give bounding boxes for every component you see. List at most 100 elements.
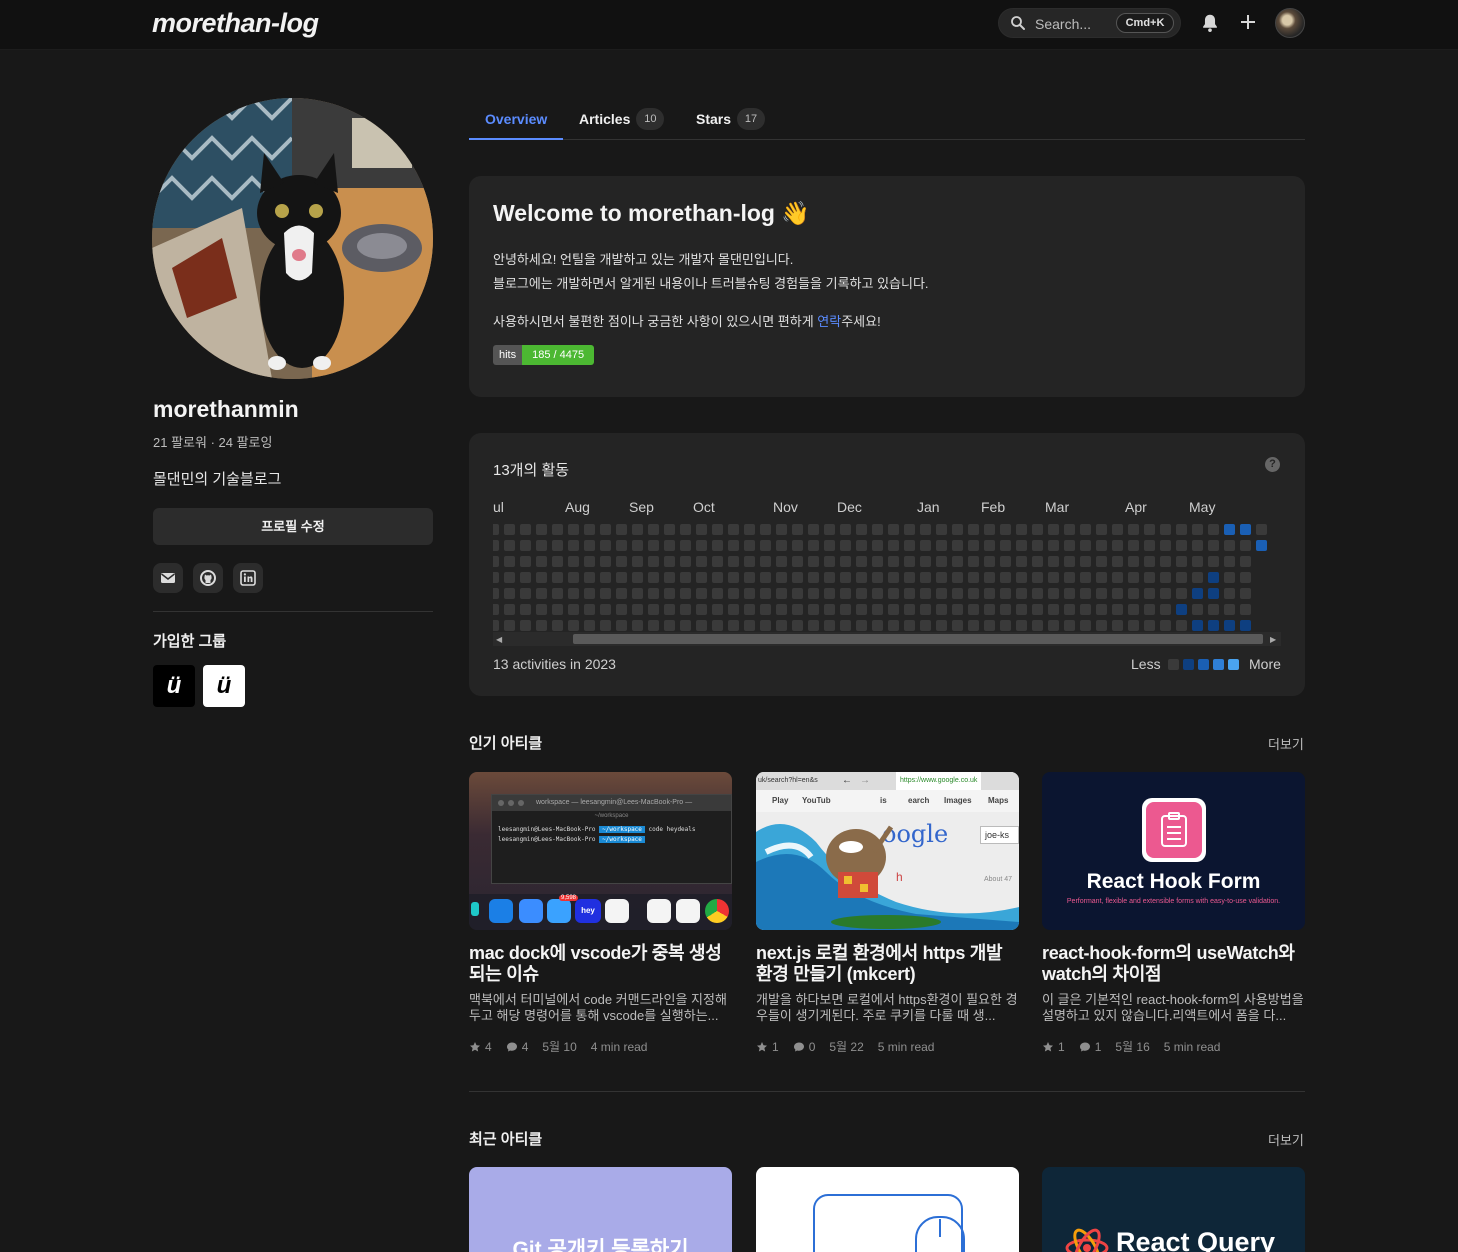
activity-day-cell[interactable] (1080, 556, 1091, 567)
notification-bell-icon[interactable] (1199, 12, 1221, 34)
activity-day-cell[interactable] (600, 620, 611, 631)
activity-day-cell[interactable] (1208, 604, 1219, 615)
activity-day-cell[interactable] (808, 588, 819, 599)
activity-day-cell[interactable] (936, 620, 947, 631)
activity-day-cell[interactable] (728, 524, 739, 535)
activity-day-cell[interactable] (632, 540, 643, 551)
activity-day-cell[interactable] (584, 620, 595, 631)
activity-day-cell[interactable] (1032, 604, 1043, 615)
activity-day-cell[interactable] (712, 620, 723, 631)
activity-day-cell[interactable] (776, 524, 787, 535)
activity-day-cell[interactable] (696, 604, 707, 615)
article-card[interactable]: workspace — leesangmin@Lees-MacBook-Pro … (469, 772, 732, 1055)
activity-day-cell[interactable] (856, 540, 867, 551)
activity-day-cell[interactable] (648, 524, 659, 535)
edit-profile-button[interactable]: 프로필 수정 (153, 508, 433, 545)
activity-day-cell[interactable] (1048, 620, 1059, 631)
activity-day-cell[interactable] (824, 556, 835, 567)
activity-day-cell[interactable] (568, 588, 579, 599)
activity-day-cell[interactable] (1016, 620, 1027, 631)
recent-more-link[interactable]: 더보기 (1268, 1130, 1304, 1149)
activity-day-cell[interactable] (1000, 620, 1011, 631)
article-title[interactable]: mac dock에 vscode가 중복 생성되는 이슈 (469, 943, 732, 985)
contact-link[interactable]: 연락 (817, 314, 841, 329)
activity-day-cell[interactable] (616, 540, 627, 551)
activity-day-cell[interactable] (1080, 588, 1091, 599)
activity-day-cell[interactable] (584, 524, 595, 535)
activity-day-cell[interactable] (952, 604, 963, 615)
activity-day-cell[interactable] (920, 588, 931, 599)
activity-day-cell[interactable] (776, 620, 787, 631)
activity-day-cell[interactable] (648, 604, 659, 615)
activity-day-cell[interactable] (520, 556, 531, 567)
activity-day-cell[interactable] (1240, 604, 1251, 615)
activity-day-cell[interactable] (664, 620, 675, 631)
activity-day-cell[interactable] (1128, 556, 1139, 567)
activity-day-cell[interactable] (968, 572, 979, 583)
activity-day-cell[interactable] (1176, 588, 1187, 599)
scroll-right-icon[interactable]: ▶ (1270, 635, 1276, 644)
activity-day-cell[interactable] (1112, 620, 1123, 631)
activity-day-cell[interactable] (1064, 588, 1075, 599)
activity-day-cell[interactable] (920, 572, 931, 583)
recent-article-thumbnail[interactable] (756, 1167, 1019, 1252)
activity-day-cell[interactable] (1112, 572, 1123, 583)
activity-day-cell[interactable] (1240, 540, 1251, 551)
activity-day-cell[interactable] (568, 604, 579, 615)
activity-day-cell[interactable] (1016, 556, 1027, 567)
activity-day-cell[interactable] (728, 620, 739, 631)
activity-day-cell[interactable] (1048, 604, 1059, 615)
activity-day-cell[interactable] (1192, 604, 1203, 615)
activity-day-cell[interactable] (648, 556, 659, 567)
activity-day-cell[interactable] (1192, 540, 1203, 551)
activity-day-cell[interactable] (904, 540, 915, 551)
tab-articles[interactable]: Articles 10 (579, 100, 665, 140)
activity-day-cell[interactable] (744, 572, 755, 583)
activity-day-cell[interactable] (1256, 524, 1267, 535)
activity-day-cell[interactable] (520, 588, 531, 599)
activity-day-cell[interactable] (632, 572, 643, 583)
activity-day-cell[interactable] (856, 604, 867, 615)
activity-day-cell[interactable] (760, 572, 771, 583)
activity-day-cell[interactable] (904, 604, 915, 615)
activity-day-cell[interactable] (632, 604, 643, 615)
activity-day-cell[interactable] (1160, 572, 1171, 583)
activity-day-cell[interactable] (760, 524, 771, 535)
activity-day-cell[interactable] (968, 604, 979, 615)
activity-day-cell[interactable] (664, 524, 675, 535)
activity-day-cell[interactable] (568, 572, 579, 583)
activity-day-cell[interactable] (1128, 524, 1139, 535)
activity-day-cell[interactable] (1096, 604, 1107, 615)
activity-day-cell[interactable] (1000, 524, 1011, 535)
activity-day-cell[interactable] (1016, 604, 1027, 615)
activity-day-cell[interactable] (504, 588, 515, 599)
activity-day-cell[interactable] (872, 572, 883, 583)
activity-day-cell[interactable] (493, 604, 499, 615)
activity-day-cell[interactable] (728, 540, 739, 551)
activity-day-cell[interactable] (1144, 604, 1155, 615)
activity-day-cell[interactable] (824, 604, 835, 615)
activity-day-cell[interactable] (760, 620, 771, 631)
activity-day-cell[interactable] (872, 556, 883, 567)
activity-day-cell[interactable] (568, 524, 579, 535)
activity-day-cell[interactable] (1128, 588, 1139, 599)
activity-day-cell[interactable] (920, 620, 931, 631)
activity-day-cell[interactable] (536, 540, 547, 551)
activity-day-cell[interactable] (664, 572, 675, 583)
activity-day-cell[interactable] (968, 556, 979, 567)
group-badge-light[interactable]: ü (203, 665, 245, 707)
activity-day-cell[interactable] (1240, 524, 1251, 535)
activity-day-cell[interactable] (968, 620, 979, 631)
activity-day-cell[interactable] (792, 588, 803, 599)
activity-day-cell[interactable] (856, 556, 867, 567)
activity-day-cell[interactable] (1032, 556, 1043, 567)
activity-day-cell[interactable] (712, 524, 723, 535)
activity-day-cell[interactable] (648, 620, 659, 631)
activity-day-cell[interactable] (744, 540, 755, 551)
activity-day-cell[interactable] (968, 524, 979, 535)
activity-day-cell[interactable] (1112, 524, 1123, 535)
activity-day-cell[interactable] (1176, 620, 1187, 631)
activity-day-cell[interactable] (696, 588, 707, 599)
activity-day-cell[interactable] (872, 620, 883, 631)
activity-day-cell[interactable] (1160, 588, 1171, 599)
